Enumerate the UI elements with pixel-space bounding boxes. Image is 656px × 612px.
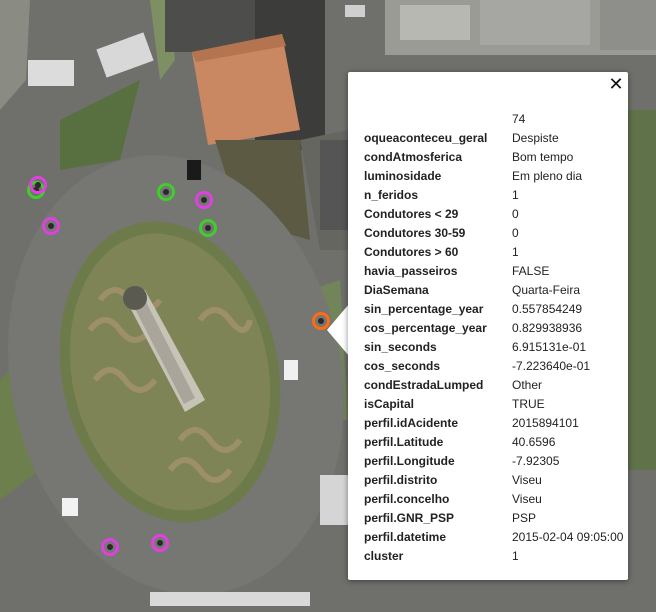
attribute-key: oqueaconteceu_geral xyxy=(364,130,488,145)
attribute-table: 74 oqueaconteceu_geral Despiste condAtmos… xyxy=(364,109,623,565)
table-row: condEstradaLumped Other xyxy=(364,375,623,394)
table-row: cluster 1 xyxy=(364,546,623,565)
attribute-key: isCapital xyxy=(364,396,415,411)
attribute-key: perfil.Longitude xyxy=(364,453,455,468)
table-row: perfil.distrito Viseu xyxy=(364,470,623,489)
table-row: cos_percentage_year 0.829938936 xyxy=(364,318,623,337)
attribute-key: cluster xyxy=(364,548,404,563)
attribute-value: Quarta-Feira xyxy=(512,282,581,297)
attribute-value: 1 xyxy=(512,548,519,563)
accident-marker-green[interactable] xyxy=(157,183,175,201)
attribute-key: Condutores < 29 xyxy=(364,206,459,221)
table-row: luminosidade Em pleno dia xyxy=(364,166,623,185)
attribute-key: condAtmosferica xyxy=(364,149,463,164)
table-row: havia_passeiros FALSE xyxy=(364,261,623,280)
attribute-value: 6.915131e-01 xyxy=(512,339,587,354)
attribute-key: n_feridos xyxy=(364,187,419,202)
attribute-value: 0.557854249 xyxy=(512,301,583,316)
close-icon[interactable]: ✕ xyxy=(607,76,625,94)
table-row: Condutores 30-59 0 xyxy=(364,223,623,242)
table-row: condAtmosferica Bom tempo xyxy=(364,147,623,166)
accident-marker-magenta[interactable] xyxy=(195,191,213,209)
attribute-key: perfil.distrito xyxy=(364,472,438,487)
attribute-value: 40.6596 xyxy=(512,434,556,449)
accident-info-popup: ✕ 74 oqueaconteceu_geral Despiste condAtm… xyxy=(348,72,628,580)
attribute-value: 1 xyxy=(512,244,519,259)
attribute-key: condEstradaLumped xyxy=(364,377,484,392)
attribute-key: sin_seconds xyxy=(364,339,437,354)
attribute-value: FALSE xyxy=(512,263,550,278)
table-row: perfil.concelho Viseu xyxy=(364,489,623,508)
accident-marker-green[interactable] xyxy=(199,219,217,237)
attribute-value: 0.829938936 xyxy=(512,320,583,335)
attribute-key: perfil.Latitude xyxy=(364,434,444,449)
attribute-key: Condutores > 60 xyxy=(364,244,459,259)
table-row: perfil.Longitude -7.92305 xyxy=(364,451,623,470)
attribute-key: cos_percentage_year xyxy=(364,320,487,335)
attribute-value: 2015894101 xyxy=(512,415,579,430)
attribute-key: perfil.idAcidente xyxy=(364,415,459,430)
attribute-value: 2015-02-04 09:05:00 xyxy=(512,529,624,544)
attribute-value: Bom tempo xyxy=(512,149,574,164)
table-row: Condutores > 60 1 xyxy=(364,242,623,261)
table-row: sin_percentage_year 0.557854249 xyxy=(364,299,623,318)
attribute-value: TRUE xyxy=(512,396,545,411)
attribute-key: perfil.datetime xyxy=(364,529,447,544)
attribute-key: cos_seconds xyxy=(364,358,441,373)
accident-marker-magenta[interactable] xyxy=(29,176,47,194)
table-row: oqueaconteceu_geral Despiste xyxy=(364,128,623,147)
table-row: isCapital TRUE xyxy=(364,394,623,413)
attribute-key: perfil.GNR_PSP xyxy=(364,510,455,525)
attribute-key: luminosidade xyxy=(364,168,442,183)
table-row: Condutores < 29 0 xyxy=(364,204,623,223)
attribute-value: -7.92305 xyxy=(512,453,560,468)
attribute-key: Condutores 30-59 xyxy=(364,225,466,240)
table-row: perfil.datetime 2015-02-04 09:05:00 xyxy=(364,527,623,546)
attribute-key: DiaSemana xyxy=(364,282,429,297)
attribute-value: Despiste xyxy=(512,130,559,145)
attribute-value: 0 xyxy=(512,206,519,221)
attribute-value: 74 xyxy=(512,111,526,126)
popup-pointer xyxy=(327,304,349,356)
attribute-key: perfil.concelho xyxy=(364,491,450,506)
table-row: DiaSemana Quarta-Feira xyxy=(364,280,623,299)
table-row: perfil.GNR_PSP PSP xyxy=(364,508,623,527)
table-row: 74 xyxy=(364,109,623,128)
table-row: sin_seconds 6.915131e-01 xyxy=(364,337,623,356)
attribute-key: sin_percentage_year xyxy=(364,301,484,316)
attribute-value: Viseu xyxy=(512,491,542,506)
attribute-value: -7.223640e-01 xyxy=(512,358,591,373)
attribute-value: Viseu xyxy=(512,472,542,487)
attribute-value: 0 xyxy=(512,225,519,240)
attribute-value: Em pleno dia xyxy=(512,168,583,183)
accident-marker-magenta[interactable] xyxy=(151,534,169,552)
table-row: cos_seconds -7.223640e-01 xyxy=(364,356,623,375)
attribute-key xyxy=(364,109,512,128)
accident-marker-magenta[interactable] xyxy=(101,538,119,556)
table-row: perfil.idAcidente 2015894101 xyxy=(364,413,623,432)
attribute-value: Other xyxy=(512,377,543,392)
attribute-key: havia_passeiros xyxy=(364,263,458,278)
table-row: perfil.Latitude 40.6596 xyxy=(364,432,623,451)
attribute-value: PSP xyxy=(512,510,537,525)
attribute-value: 1 xyxy=(512,187,519,202)
accident-marker-magenta[interactable] xyxy=(42,217,60,235)
table-row: n_feridos 1 xyxy=(364,185,623,204)
